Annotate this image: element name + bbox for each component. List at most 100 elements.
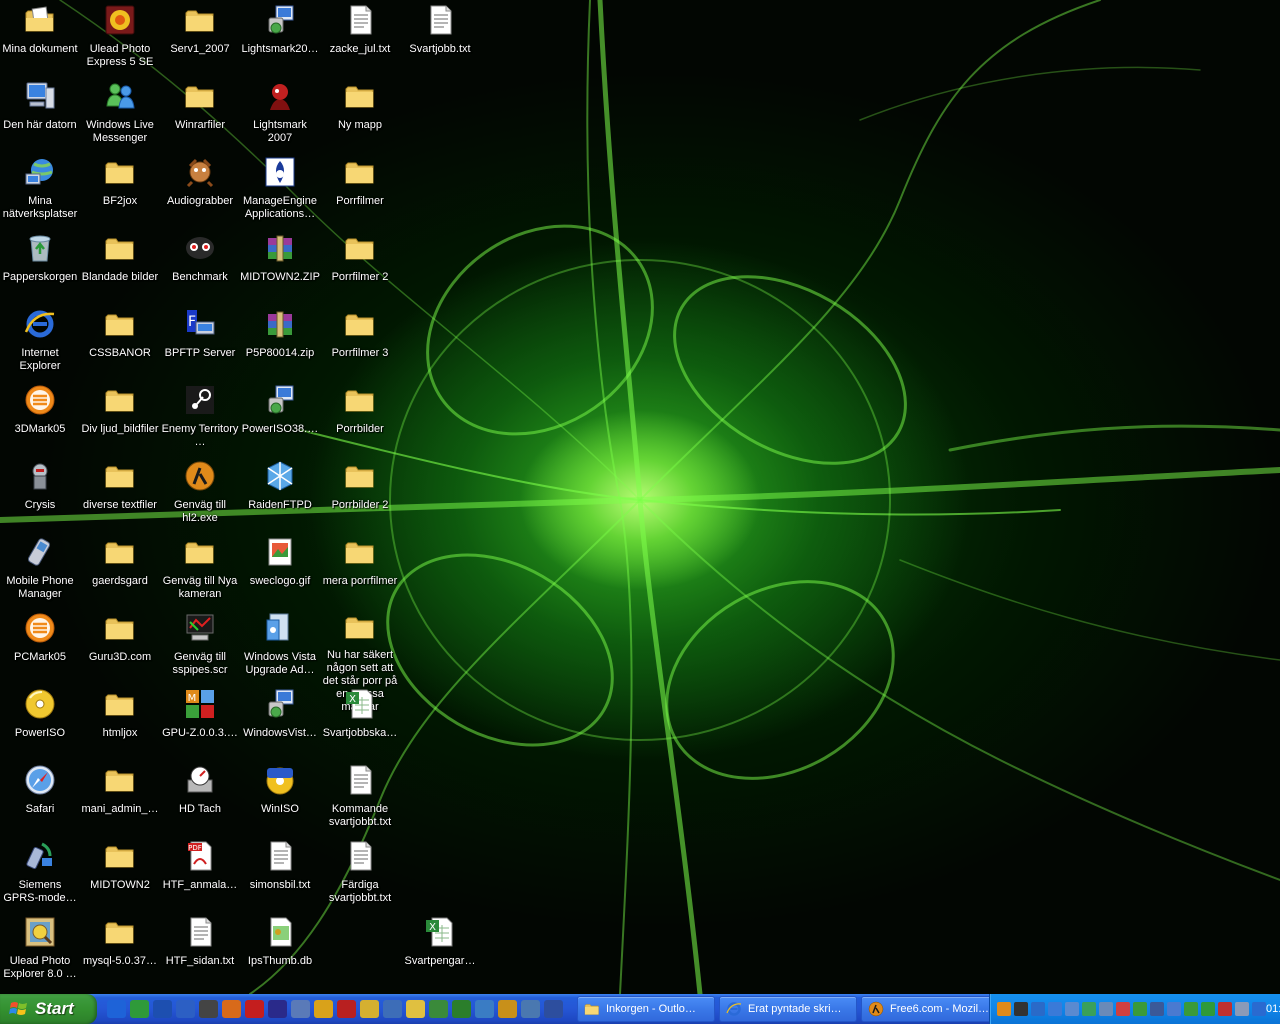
desktop-icon-guru3d[interactable]: Guru3D.com (80, 610, 160, 686)
quick-launch-desktop-icon[interactable] (176, 1000, 195, 1018)
desktop-icon-crysis[interactable]: Crysis (0, 458, 80, 534)
quick-launch-globe-icon[interactable] (521, 1000, 540, 1018)
desktop-icon-vista-upgrade-advisor[interactable]: Windows Vista Upgrade Ad… (240, 610, 320, 686)
clock[interactable]: 01:02 (1266, 1003, 1280, 1015)
desktop-icon-zacke-jul[interactable]: zacke_jul.txt (320, 2, 400, 78)
desktop-icon-htf-sidan[interactable]: HTF_sidan.txt (160, 914, 240, 990)
desktop-icon-porrfilmer[interactable]: Porrfilmer (320, 154, 400, 230)
quick-launch-picture-icon[interactable] (429, 1000, 448, 1018)
tray-volume-icon[interactable] (1235, 1002, 1249, 1016)
quick-launch-image-icon[interactable] (475, 1000, 494, 1018)
quick-launch-red-disc-icon[interactable] (337, 1000, 356, 1018)
desktop-icon-porrfilmer-3[interactable]: Porrfilmer 3 (320, 306, 400, 382)
tray-gear-icon[interactable] (997, 1002, 1011, 1016)
desktop-icon-cssbanor[interactable]: CSSBANOR (80, 306, 160, 382)
desktop-icon-midtown2-folder[interactable]: MIDTOWN2 (80, 838, 160, 914)
desktop-icon-raidenftpd[interactable]: RaidenFTPD (240, 458, 320, 534)
desktop-icon-fardiga-svartjobbt[interactable]: Färdiga svartjobbt.txt (320, 838, 400, 914)
tray-messenger-tray-icon[interactable] (1201, 1002, 1215, 1016)
tray-speaker-icon[interactable] (1099, 1002, 1113, 1016)
tray-shield-check-icon[interactable] (1184, 1002, 1198, 1016)
desktop-icon-mina-dokument[interactable]: Mina dokument (0, 2, 80, 78)
desktop-icon-svartjobb[interactable]: Svartjobb.txt (400, 2, 480, 78)
tray-facebook-icon[interactable] (1150, 1002, 1164, 1016)
desktop-icon-kommande-svartjobbt[interactable]: Kommande svartjobbt.txt (320, 762, 400, 838)
desktop-icon-mera-porrfilmer[interactable]: mera porrfilmer (320, 534, 400, 610)
tray-info-icon[interactable] (1252, 1002, 1266, 1016)
desktop-icon-pcmark05[interactable]: PCMark05 (0, 610, 80, 686)
tray-shield-icon[interactable] (1082, 1002, 1096, 1016)
desktop-icon-ulead-photo-express[interactable]: Ulead Photo Express 5 SE (80, 2, 160, 78)
tray-monitor-icon[interactable] (1065, 1002, 1079, 1016)
desktop-icon-siemens-gprs[interactable]: Siemens GPRS-mode… (0, 838, 80, 914)
taskbar-button[interactable]: Erat pyntade skri… (719, 996, 857, 1022)
tray-network-icon[interactable] (1048, 1002, 1062, 1016)
desktop-icon-poweriso[interactable]: PowerISO (0, 686, 80, 762)
quick-launch-player-icon[interactable] (268, 1000, 287, 1018)
quick-launch-show-desktop-icon[interactable] (544, 1000, 563, 1018)
tray-antivirus-icon[interactable] (1133, 1002, 1147, 1016)
desktop-icon-safari[interactable]: Safari (0, 762, 80, 838)
tray-update-icon[interactable] (1218, 1002, 1232, 1016)
quick-launch-disc-icon[interactable] (314, 1000, 333, 1018)
desktop-icon-winiso[interactable]: WinISO (240, 762, 320, 838)
tray-chart-icon[interactable] (1167, 1002, 1181, 1016)
quick-launch-cd-icon[interactable] (452, 1000, 471, 1018)
desktop-icon-ulead-photo-explorer[interactable]: Ulead Photo Explorer 8.0 … (0, 914, 80, 990)
quick-launch-archive-icon[interactable] (498, 1000, 517, 1018)
quick-launch-book-icon[interactable] (383, 1000, 402, 1018)
desktop-icon-papperskorgen[interactable]: Papperskorgen (0, 230, 80, 306)
desktop-icon-windowsvista-installer[interactable]: WindowsVist… (240, 686, 320, 762)
desktop-icon-diverse-textfiler[interactable]: diverse textfiler (80, 458, 160, 534)
desktop-icon-winrarfiler[interactable]: Winrarfiler (160, 78, 240, 154)
desktop-icon-manageengine[interactable]: ManageEngine Applications… (240, 154, 320, 230)
desktop-icon-p5p80014-zip[interactable]: P5P80014.zip (240, 306, 320, 382)
desktop-icon-sweclogo[interactable]: sweclogo.gif (240, 534, 320, 610)
desktop[interactable]: Mina dokument Den här datorn Mina nätverks… (0, 0, 1280, 994)
quick-launch-pencil-icon[interactable] (360, 1000, 379, 1018)
desktop-icon-htf-anmala[interactable]: PDF HTF_anmala… (160, 838, 240, 914)
desktop-icon-porrbilder-2[interactable]: Porrbilder 2 (320, 458, 400, 534)
desktop-icon-htmljox[interactable]: htmljox (80, 686, 160, 762)
desktop-icon-mani-admin[interactable]: mani_admin_… (80, 762, 160, 838)
taskbar-button[interactable]: Free6.com - Mozil… (861, 996, 999, 1022)
desktop-icon-bpftp-server[interactable]: F BPFTP Server (160, 306, 240, 382)
desktop-icon-gpu-z[interactable]: M GPU-Z.0.0.3.… (160, 686, 240, 762)
desktop-icon-internet-explorer[interactable]: Internet Explorer (0, 306, 80, 382)
quick-launch-firefox-icon[interactable] (222, 1000, 241, 1018)
desktop-icon-mobile-phone-manager[interactable]: Mobile Phone Manager (0, 534, 80, 610)
desktop-icon-ny-mapp[interactable]: Ny mapp (320, 78, 400, 154)
tray-steam-icon[interactable] (1014, 1002, 1028, 1016)
desktop-icon-sspipes[interactable]: Genväg till sspipes.scr (160, 610, 240, 686)
desktop-icon-gaerdsgard[interactable]: gaerdsgard (80, 534, 160, 610)
desktop-icon-mina-natverksplatser[interactable]: Mina nätverksplatser (0, 154, 80, 230)
tray-wireless-icon[interactable] (1031, 1002, 1045, 1016)
start-button[interactable]: Start (0, 994, 97, 1024)
desktop-icon-lightsmark-installer[interactable]: Lightsmark20… (240, 2, 320, 78)
desktop-icon-blandade-bilder[interactable]: Blandade bilder (80, 230, 160, 306)
desktop-icon-audiograbber[interactable]: Audiograbber (160, 154, 240, 230)
quick-launch-outlook-icon[interactable] (153, 1000, 172, 1018)
desktop-icon-div-ljud-bildfiler[interactable]: Div ljud_bildfiler (80, 382, 160, 458)
desktop-icon-svartjobbska[interactable]: X Svartjobbska… (320, 686, 400, 762)
taskbar-button[interactable]: Inkorgen - Outlo… (577, 996, 715, 1022)
quick-launch-mail-icon[interactable] (406, 1000, 425, 1018)
desktop-icon-simonsbil[interactable]: simonsbil.txt (240, 838, 320, 914)
desktop-icon-benchmark[interactable]: Benchmark (160, 230, 240, 306)
desktop-icon-bf2jox[interactable]: BF2jox (80, 154, 160, 230)
desktop-icon-porrbilder[interactable]: Porrbilder (320, 382, 400, 458)
desktop-icon-den-har-datorn[interactable]: Den här datorn (0, 78, 80, 154)
quick-launch-internet-explorer-icon[interactable] (107, 1000, 126, 1018)
desktop-icon-hd-tach[interactable]: HD Tach (160, 762, 240, 838)
desktop-icon-windows-live-messenger[interactable]: Windows Live Messenger (80, 78, 160, 154)
desktop-icon-mysql[interactable]: mysql-5.0.37… (80, 914, 160, 990)
desktop-icon-midtown2-zip[interactable]: MIDTOWN2.ZIP (240, 230, 320, 306)
desktop-icon-svartpengar[interactable]: X Svartpengar… (400, 914, 480, 990)
desktop-icon-nya-kameran[interactable]: Genväg till Nya kameran (160, 534, 240, 610)
tray-security-icon[interactable] (1116, 1002, 1130, 1016)
desktop-icon-serv1-2007[interactable]: Serv1_2007 (160, 2, 240, 78)
desktop-icon-hl2[interactable]: Genväg till hl2.exe (160, 458, 240, 534)
quick-launch-media-icon[interactable] (199, 1000, 218, 1018)
quick-launch-messenger-icon[interactable] (130, 1000, 149, 1018)
desktop-icon-poweriso38[interactable]: PowerISO38.… (240, 382, 320, 458)
